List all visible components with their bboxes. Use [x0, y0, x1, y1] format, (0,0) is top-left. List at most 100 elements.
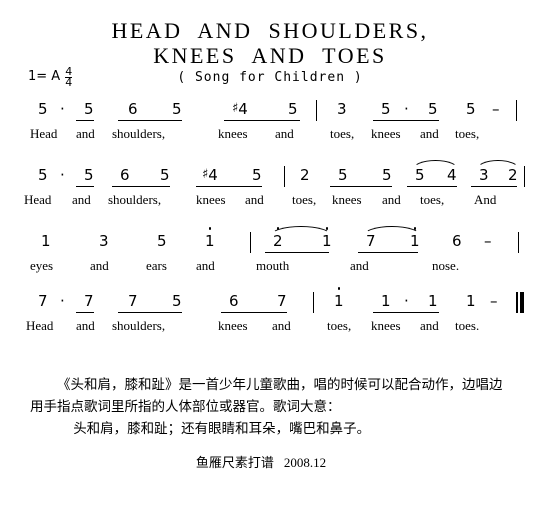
final-barline-thick [520, 292, 524, 313]
beam-line [224, 120, 300, 121]
barline [284, 166, 285, 187]
lyric-word: toes, [327, 318, 352, 333]
music-system-1: 5 5 6 5 ♯4 5 3 5 5 5 · · – Head and shoulders, knees and… [0, 100, 540, 158]
program-notes-paragraph-2: 头和肩，膝和趾；还有眼睛和耳朵，嘴巴和鼻子。 [73, 421, 371, 437]
lyric-word: and [272, 318, 291, 333]
note-1: 1 [205, 227, 215, 250]
beam-line [196, 186, 262, 187]
note-1: 1 [41, 232, 51, 250]
page-title-line2: KNEES AND TOES [153, 43, 387, 68]
note-digit: 3 [479, 166, 489, 184]
note-5: 5 [381, 100, 391, 118]
note-digit: 6 [229, 292, 239, 310]
note-digit: 1 [205, 227, 215, 250]
note-digit: 7 [277, 292, 287, 310]
augmentation-dot: · [404, 292, 409, 310]
lyric-word: knees [371, 318, 401, 333]
note-7: 7 [84, 292, 94, 310]
note-4: ♯4 [202, 166, 218, 186]
page-title-line1: HEAD AND SHOULDERS, [111, 18, 429, 43]
note-digit: 1 [41, 232, 51, 250]
note-1: 1 [381, 292, 391, 310]
note-digit: 5 [172, 292, 182, 310]
note-5: 5 [252, 166, 262, 184]
note-digit: 5 [172, 100, 182, 118]
lyric-word: and [90, 258, 109, 273]
note-digit: 1 [334, 287, 344, 310]
key-do-equals: 1= A [28, 69, 61, 85]
time-signature-denominator: 4 [65, 76, 73, 90]
note-5: 5 [172, 100, 182, 118]
note-5: 5 [38, 166, 48, 184]
note-digit: 5 [160, 166, 170, 184]
credit-date: 2008.12 [283, 455, 327, 470]
lyric-word: Head [30, 126, 58, 141]
page-subtitle: ( Song for Children ) [177, 70, 363, 85]
lyric-word: and [275, 126, 294, 141]
lyric-word: and [76, 318, 95, 333]
note-digit: 5 [288, 100, 298, 118]
note-digit: 5 [415, 166, 425, 184]
music-system-3: 1 3 5 1 2 1 7 1 6 – eyes and ears and mouth and nose. [0, 226, 540, 290]
augmentation-dot: · [60, 292, 65, 310]
note-6: 6 [120, 166, 130, 184]
lyric-word: shoulders, [112, 126, 166, 141]
note-digit: 7 [128, 292, 138, 310]
music-system-4: 7 7 7 5 6 7 1 1 1 1 · · – Head and shoulders, knees and t… [0, 287, 540, 350]
note-digit: 1 [322, 227, 332, 250]
lyric-word: toes, [330, 126, 355, 141]
note-3: 3 [337, 100, 347, 118]
lyric-word: and [382, 192, 401, 207]
note-digit: 5 [382, 166, 392, 184]
lyric-word: Head [26, 318, 54, 333]
barline [524, 166, 525, 187]
beam-line [118, 312, 182, 313]
note-7: 7 [128, 292, 138, 310]
note-7: 7 [277, 292, 287, 310]
lyric-word: knees [332, 192, 362, 207]
note-7: 7 [38, 292, 48, 310]
credit-transcriber: 鱼雁尺素打谱 [195, 456, 274, 471]
beam-line [265, 252, 329, 253]
note-digit: 7 [84, 292, 94, 310]
note-5: 5 [157, 232, 167, 250]
credit-line: 鱼雁尺素打谱 2008.12 [0, 452, 540, 471]
note-5: 5 [160, 166, 170, 184]
note-digit: 3 [99, 232, 109, 250]
beam-line [76, 312, 94, 313]
note-digit: 4 [208, 166, 218, 184]
lyric-word: toes, [292, 192, 317, 207]
note-4: 4 [447, 166, 457, 184]
barline [313, 292, 314, 313]
lyric-word: and [196, 258, 215, 273]
note-5: 5 [172, 292, 182, 310]
note-6: 6 [128, 100, 138, 118]
barline [516, 100, 517, 121]
note-1: 1 [322, 227, 332, 250]
note-digit: 5 [381, 100, 391, 118]
beam-line [330, 186, 392, 187]
lyric-word: and [420, 126, 439, 141]
lyric-word: ears [146, 258, 167, 273]
lyric-word: mouth [256, 258, 290, 273]
note-5: 5 [84, 166, 94, 184]
note-5: 5 [84, 100, 94, 118]
note-1: 1 [410, 227, 420, 250]
note-6: 6 [229, 292, 239, 310]
note-digit: 2 [300, 166, 310, 184]
key-signature: 1= A 4 4 [28, 66, 73, 90]
barline [518, 232, 519, 253]
note-7: 7 [366, 232, 376, 250]
note-digit: 4 [447, 166, 457, 184]
beam-line [358, 252, 418, 253]
beam-line [373, 120, 439, 121]
note-2: 2 [508, 166, 518, 184]
note-digit: 3 [337, 100, 347, 118]
lyric-word: shoulders, [108, 192, 162, 207]
lyric-word: eyes [30, 258, 54, 273]
note-digit: 6 [452, 232, 462, 250]
note-3: 3 [99, 232, 109, 250]
note-digit: 2 [273, 227, 283, 250]
beam-line [76, 120, 94, 121]
note-digit: 5 [466, 100, 476, 118]
